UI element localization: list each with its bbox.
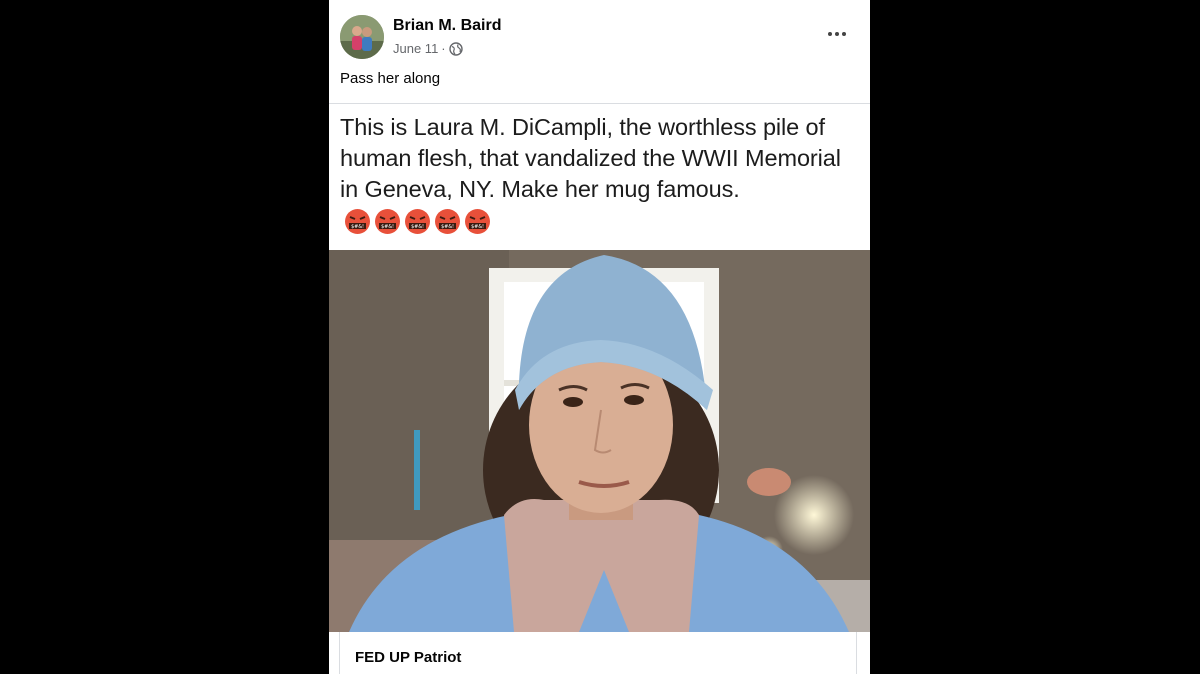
link-title[interactable]: FED UP Patriot (355, 649, 461, 666)
meme-text-block: This is Laura M. DiCampli, the worthless… (340, 112, 860, 236)
author-name[interactable]: Brian M. Baird (393, 17, 501, 35)
globe-icon (448, 41, 463, 56)
angry-cursing-face-icon: $#&! (434, 208, 461, 235)
angry-cursing-face-icon: $#&! (374, 208, 401, 235)
svg-text:$#&!: $#&! (471, 224, 484, 230)
meme-text: This is Laura M. DiCampli, the worthless… (340, 114, 841, 202)
screen-background: Brian M. Baird June 11 · Pass her along … (0, 0, 1200, 674)
angry-cursing-face-icon: $#&! (404, 208, 431, 235)
post-meta: June 11 · (393, 41, 463, 56)
emoji-row: $#&! $#&! $#&! $#&! $#&! (344, 208, 491, 235)
facebook-post-card: Brian M. Baird June 11 · Pass her along … (329, 0, 870, 674)
post-caption: Pass her along (340, 70, 441, 87)
angry-cursing-face-icon: $#&! (464, 208, 491, 235)
post-date[interactable]: June 11 (393, 41, 438, 56)
link-preview[interactable]: FED UP Patriot (339, 632, 857, 674)
angry-cursing-face-icon: $#&! (344, 208, 371, 235)
more-options-icon[interactable] (822, 22, 852, 46)
author-avatar[interactable] (340, 15, 384, 59)
svg-text:$#&!: $#&! (441, 224, 454, 230)
svg-text:$#&!: $#&! (351, 224, 364, 230)
post-photo[interactable] (329, 250, 870, 632)
divider (329, 103, 870, 104)
svg-text:$#&!: $#&! (381, 224, 394, 230)
meta-separator: · (441, 41, 446, 56)
post-header: Brian M. Baird June 11 · (329, 0, 870, 70)
svg-text:$#&!: $#&! (411, 224, 424, 230)
